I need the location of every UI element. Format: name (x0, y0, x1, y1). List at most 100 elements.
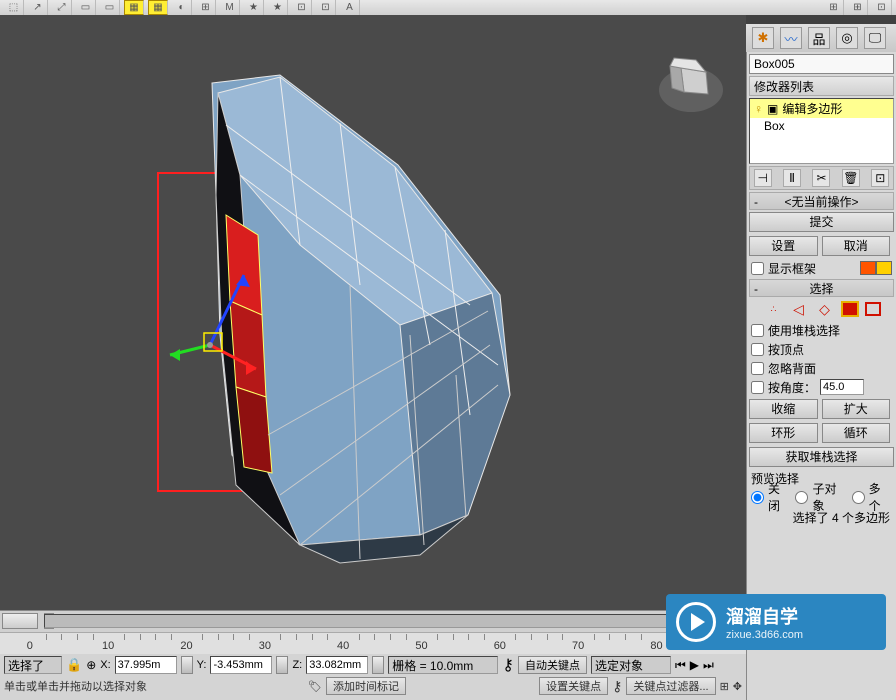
prev-key-icon[interactable]: ⏮ (675, 658, 686, 673)
modifier-box[interactable]: Box (750, 118, 893, 134)
tool-icon[interactable]: ⬚ (4, 0, 24, 15)
vertex-level-icon[interactable]: ∴ (763, 300, 783, 318)
nav-icon[interactable]: ⊞ (720, 680, 729, 693)
angle-input[interactable] (820, 379, 864, 395)
modify-tab-icon[interactable]: 〰 (780, 27, 802, 49)
motion-tab-icon[interactable]: ◎ (836, 27, 858, 49)
use-stack-checkbox[interactable] (751, 324, 764, 337)
loop-button[interactable]: 循环 (822, 423, 891, 443)
script-icon[interactable]: 🏷 (308, 680, 322, 693)
viewcube[interactable] (656, 50, 726, 120)
nav-icon[interactable]: ✥ (733, 680, 742, 693)
tool-icon[interactable]: ★ (244, 0, 264, 15)
pin-stack-icon[interactable]: ⊣ (754, 169, 772, 187)
key-filters-button[interactable]: 关键点过滤器... (626, 677, 715, 695)
show-cage-checkbox[interactable] (751, 262, 764, 275)
lock-icon[interactable]: 🔒 (66, 657, 82, 673)
tool-icon-active[interactable]: ▦ (148, 0, 168, 15)
ring-button[interactable]: 环形 (749, 423, 818, 443)
tool-icon[interactable]: A (340, 0, 360, 15)
autokey-button[interactable]: 自动关键点 (518, 656, 587, 674)
main-toolbar: ⬚ ↗ ⤢ ▭ ▭ ▦ ▦ ◐ ⊞ M ★ ★ ⊡ ⊡ A ⊞ ⊞ ⊡ (0, 0, 896, 15)
cage-color-swatch[interactable] (876, 261, 892, 275)
z-spinner[interactable] (372, 656, 384, 674)
display-tab-icon[interactable]: 🖵 (864, 27, 886, 49)
y-spinner[interactable] (276, 656, 288, 674)
by-angle-checkbox[interactable] (751, 381, 764, 394)
lightbulb-icon[interactable]: ♀ (754, 102, 763, 116)
isolate-icon[interactable]: ⊕ (86, 658, 96, 672)
tool-icon[interactable]: ◐ (172, 0, 192, 15)
tool-icon[interactable]: ⊞ (196, 0, 216, 15)
tool-icon[interactable]: ▭ (100, 0, 120, 15)
watermark-url: zixue.3d66.com (726, 629, 803, 641)
modifier-list-dropdown[interactable]: 修改器列表 (749, 76, 894, 96)
ruler-tick: 50 (415, 640, 427, 652)
ruler-tick: 80 (650, 640, 662, 652)
time-slider-thumb[interactable] (2, 613, 38, 629)
tool-icon[interactable]: ★ (268, 0, 288, 15)
remove-mod-icon[interactable]: 🗑 (842, 169, 860, 187)
tool-icon-active[interactable]: ▦ (124, 0, 144, 15)
ruler-tick: 30 (259, 640, 271, 652)
tool-icon[interactable]: ⤢ (52, 0, 72, 15)
modifier-stack-toolbar: ⊣ Ⅱ ✂ 🗑 ⊡ (749, 166, 894, 190)
edge-level-icon[interactable]: ◁ (789, 300, 809, 318)
tool-icon[interactable]: ▭ (76, 0, 96, 15)
next-key-icon[interactable]: ⏭ (703, 658, 714, 673)
border-level-icon[interactable]: ◇ (815, 300, 835, 318)
preview-off-radio[interactable] (751, 491, 764, 504)
ruler-tick: 10 (102, 640, 114, 652)
rollout-selection[interactable]: -选择 (749, 279, 894, 297)
shrink-button[interactable]: 收缩 (749, 399, 818, 419)
play-icon[interactable]: ▶ (690, 658, 699, 672)
hierarchy-tab-icon[interactable]: 品 (808, 27, 830, 49)
create-tab-icon[interactable]: ✱ (752, 27, 774, 49)
setkey-button[interactable]: 设置关键点 (539, 677, 608, 695)
settings-button[interactable]: 设置 (749, 236, 818, 256)
get-stack-sel-button[interactable]: 获取堆栈选择 (749, 447, 894, 467)
z-input[interactable] (306, 656, 368, 674)
y-input[interactable] (210, 656, 272, 674)
cage-color-swatch[interactable] (860, 261, 876, 275)
by-vertex-checkbox[interactable] (751, 343, 764, 356)
configure-icon[interactable]: ⊡ (871, 169, 889, 187)
element-level-icon[interactable] (865, 302, 881, 316)
grow-button[interactable]: 扩大 (822, 399, 891, 419)
cancel-button[interactable]: 取消 (822, 236, 891, 256)
time-slider-track[interactable] (44, 614, 742, 628)
x-spinner[interactable] (181, 656, 193, 674)
unique-icon[interactable]: ✂ (812, 169, 830, 187)
subobject-level-icons: ∴ ◁ ◇ (749, 300, 894, 318)
viewport-perspective[interactable] (0, 15, 746, 610)
rollout-current-op[interactable]: -<无当前操作> (749, 192, 894, 210)
tool-icon[interactable]: ⊡ (292, 0, 312, 15)
modifier-editpoly[interactable]: ♀ ▣ 编辑多边形 (750, 99, 893, 118)
time-ruler[interactable]: 0102030405060708090 (0, 632, 746, 654)
x-input[interactable] (115, 656, 177, 674)
polygon-level-icon[interactable] (841, 301, 859, 317)
mesh-object[interactable] (212, 75, 510, 563)
tool-icon[interactable]: ⊞ (848, 0, 868, 15)
command-panel-tabs: ✱ 〰 品 ◎ 🖵 (746, 24, 896, 52)
tool-icon[interactable]: ↗ (28, 0, 48, 15)
tool-icon[interactable]: ⊡ (316, 0, 336, 15)
tool-icon[interactable]: ⊡ (872, 0, 892, 15)
show-cage-label: 显示框架 (768, 260, 816, 277)
tool-icon[interactable]: ⊞ (824, 0, 844, 15)
modifier-stack[interactable]: ♀ ▣ 编辑多边形 Box (749, 98, 894, 164)
key-icon[interactable]: ⚷ (502, 655, 514, 675)
setkey-big-icon[interactable]: ⚷ (612, 678, 622, 695)
object-name-field[interactable]: Box005 (749, 54, 894, 74)
show-end-icon[interactable]: Ⅱ (783, 169, 801, 187)
commit-button[interactable]: 提交 (749, 212, 894, 232)
preview-multi-radio[interactable] (852, 491, 865, 504)
add-timetag-button[interactable]: 添加时间标记 (326, 677, 406, 695)
ignore-back-checkbox[interactable] (751, 362, 764, 375)
keymode-dropdown[interactable]: 选定对象 (591, 656, 671, 674)
time-slider[interactable]: ▸ (0, 610, 746, 632)
expand-icon[interactable]: ▣ (767, 102, 778, 116)
use-stack-label: 使用堆栈选择 (768, 322, 840, 339)
preview-sub-radio[interactable] (795, 491, 808, 504)
tool-icon[interactable]: M (220, 0, 240, 15)
